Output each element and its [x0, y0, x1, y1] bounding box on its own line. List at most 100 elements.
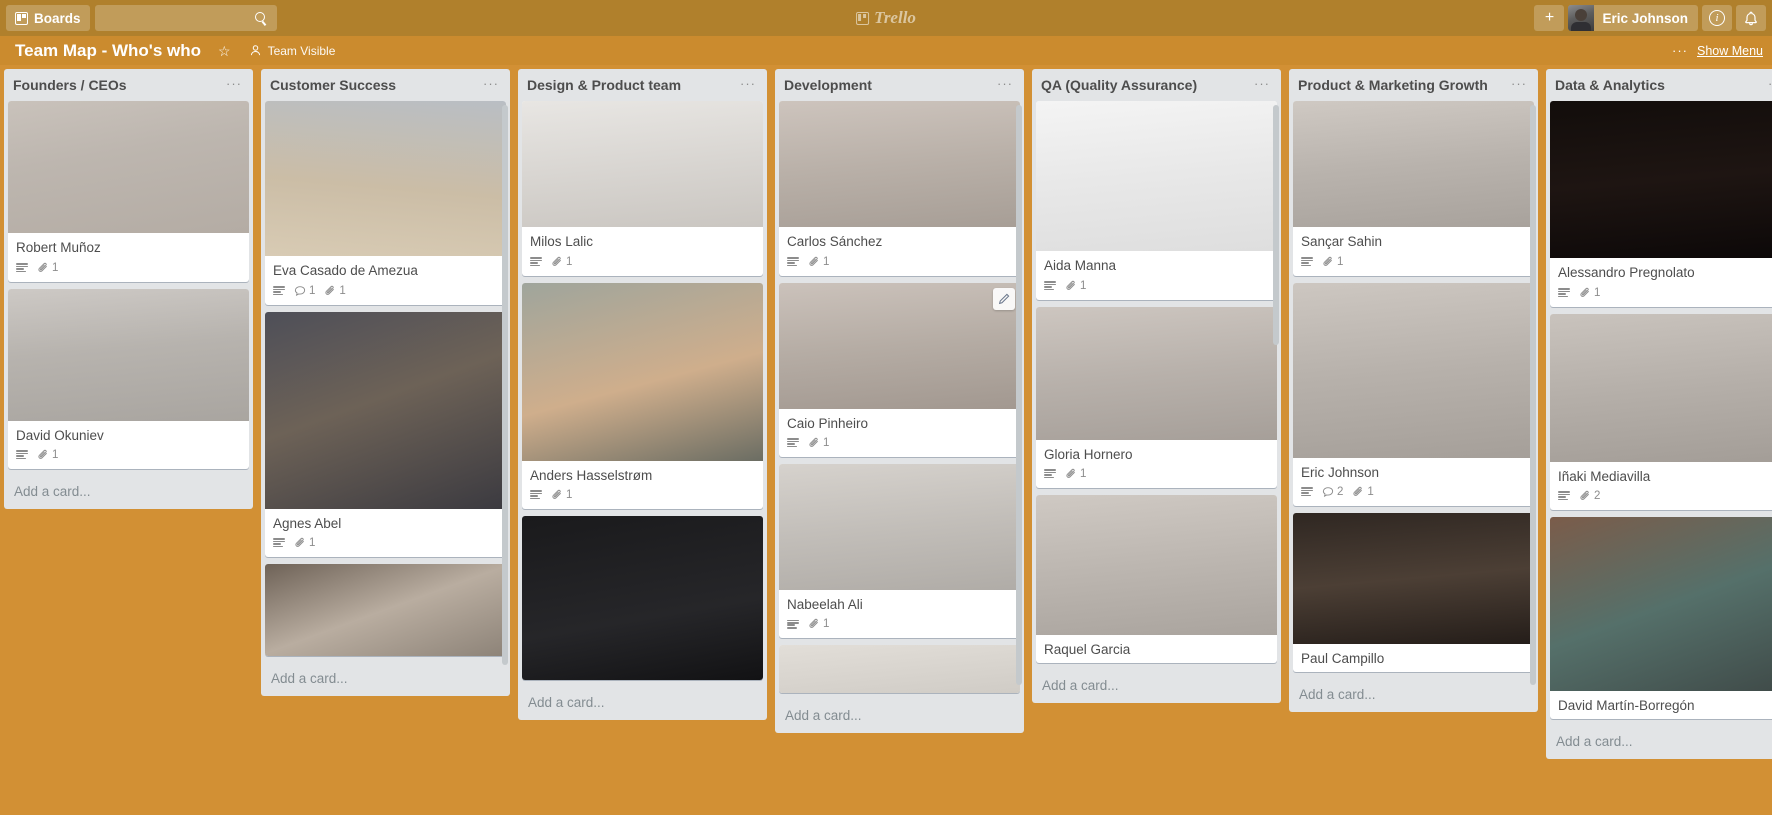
star-board-button[interactable]: ☆	[211, 41, 238, 61]
list-title[interactable]: Design & Product team	[527, 77, 738, 93]
edit-card-button[interactable]	[993, 287, 1015, 310]
card-title: Nabeelah Ali	[787, 596, 863, 612]
card[interactable]: Agnes Abel 1	[265, 311, 506, 557]
card[interactable]: Iñaki Mediavilla 2	[1550, 313, 1772, 510]
list-scrollbar[interactable]	[1016, 105, 1022, 685]
list-qa-quality-assurance: QA (Quality Assurance) ··· Aida Manna 1 Glor…	[1032, 69, 1281, 704]
card[interactable]: Aida Manna 1	[1036, 101, 1277, 300]
notifications-button[interactable]	[1736, 5, 1766, 31]
card-title: Aida Manna	[1044, 258, 1117, 274]
card-cover-image	[779, 463, 1020, 590]
card-body: Robert Muñoz 1	[8, 233, 249, 281]
board-visibility-button[interactable]: Team Visible	[242, 41, 343, 61]
card[interactable]	[779, 645, 1020, 694]
attachment-count: 1	[309, 536, 316, 549]
attachment-count: 1	[1367, 485, 1374, 498]
list-header: Founders / CEOs ···	[4, 69, 253, 101]
card[interactable]: Caio Pinheiro 1	[779, 282, 1020, 457]
list-scrollbar[interactable]	[1530, 105, 1536, 685]
card-attachments-badge: 1	[294, 537, 315, 549]
card[interactable]: Robert Muñoz 1	[8, 101, 249, 282]
attachment-count: 1	[823, 255, 830, 268]
card[interactable]: David Martín-Borregón	[1550, 516, 1772, 720]
list-menu-icon[interactable]: ···	[224, 77, 244, 90]
card[interactable]: Alessandro Pregnolato 1	[1550, 101, 1772, 307]
card-badges: 1	[1044, 464, 1269, 484]
list-scrollbar[interactable]	[1273, 105, 1279, 345]
attachment-count: 1	[566, 255, 573, 268]
page-title[interactable]: Team Map - Who's who	[9, 39, 207, 63]
card[interactable]: Anders Hasselstrøm 1	[522, 282, 763, 509]
add-a-card-button[interactable]: Add a card...	[1546, 726, 1772, 759]
paperclip-icon	[1323, 256, 1332, 266]
card[interactable]: David Okuniev 1	[8, 288, 249, 469]
comment-count: 1	[309, 284, 316, 297]
show-menu-link[interactable]: Show Menu	[1697, 44, 1763, 58]
list-title[interactable]: Development	[784, 77, 995, 93]
info-button[interactable]: i	[1702, 5, 1732, 31]
star-outline-icon: ☆	[218, 42, 231, 59]
list-menu-icon[interactable]: ···	[1509, 77, 1529, 90]
card-description-badge	[1044, 469, 1056, 479]
list-cards: Carlos Sánchez 1 Caio Pinheiro 1 Nabeelah Al…	[775, 101, 1024, 700]
card[interactable]: Eva Casado de Amezua 1 1	[265, 101, 506, 305]
list-menu-icon[interactable]: ···	[481, 77, 501, 90]
card-body: Carlos Sánchez 1	[779, 227, 1020, 275]
list-development: Development ··· Carlos Sánchez 1 Caio Pinhei…	[775, 69, 1024, 734]
add-a-card-button[interactable]: Add a card...	[261, 663, 510, 696]
search-box[interactable]	[94, 5, 277, 31]
card[interactable]: Raquel Garcia	[1036, 494, 1277, 664]
board-overflow-menu-icon[interactable]: ···	[1672, 43, 1688, 58]
list-title[interactable]: Data & Analytics	[1555, 77, 1766, 93]
add-button[interactable]: +	[1534, 5, 1565, 31]
list-menu-icon[interactable]: ···	[1252, 77, 1272, 90]
card[interactable]: Sançar Sahin 1	[1293, 101, 1534, 276]
description-icon	[787, 257, 799, 267]
card[interactable]	[265, 563, 506, 656]
card-attachments-badge: 2	[1579, 490, 1600, 502]
add-a-card-button[interactable]: Add a card...	[775, 700, 1024, 733]
card-description-badge	[16, 450, 28, 460]
description-icon	[16, 263, 28, 273]
boards-button[interactable]: Boards	[6, 5, 90, 31]
card-body: Eric Johnson 2 1	[1293, 458, 1534, 506]
card-cover-image	[1036, 494, 1277, 635]
card-title: Eva Casado de Amezua	[273, 263, 418, 279]
add-a-card-button[interactable]: Add a card...	[1032, 670, 1281, 703]
card-description-badge	[787, 438, 799, 448]
card-description-badge	[1558, 491, 1570, 501]
list-title[interactable]: Product & Marketing Growth	[1298, 77, 1509, 93]
add-a-card-button[interactable]: Add a card...	[4, 476, 253, 509]
list-menu-icon[interactable]: ···	[1766, 77, 1772, 90]
card[interactable]: Nabeelah Ali 1	[779, 463, 1020, 639]
card[interactable]: Gloria Hornero 1	[1036, 306, 1277, 488]
trello-logo[interactable]: Trello	[856, 0, 916, 36]
card[interactable]: Carlos Sánchez 1	[779, 101, 1020, 276]
list-title[interactable]: QA (Quality Assurance)	[1041, 77, 1252, 93]
card[interactable]: Eric Johnson 2 1	[1293, 282, 1534, 506]
card[interactable]	[522, 515, 763, 680]
card[interactable]: Milos Lalic 1	[522, 101, 763, 276]
add-a-card-button[interactable]: Add a card...	[518, 687, 767, 720]
search-input[interactable]	[101, 10, 270, 26]
card-badges: 1	[787, 252, 1012, 272]
board-header: Team Map - Who's who ☆ Team Visible ··· …	[0, 36, 1772, 65]
add-a-card-button[interactable]: Add a card...	[1289, 679, 1538, 712]
list-title[interactable]: Founders / CEOs	[13, 77, 224, 93]
member-menu-button[interactable]: Eric Johnson	[1568, 5, 1698, 31]
list-menu-icon[interactable]: ···	[995, 77, 1015, 90]
list-menu-icon[interactable]: ···	[738, 77, 758, 90]
card-body: Caio Pinheiro 1	[779, 409, 1020, 457]
card[interactable]: Paul Campillo	[1293, 512, 1534, 673]
card-badges: 1	[273, 533, 498, 553]
card-title: Milos Lalic	[530, 234, 594, 250]
card-title: Gloria Hornero	[1044, 446, 1133, 462]
board-menu-group: ··· Show Menu	[1672, 43, 1763, 58]
card-cover-image	[265, 311, 506, 509]
card-attachments-badge: 1	[808, 618, 829, 630]
paperclip-icon	[1580, 287, 1589, 297]
list-scrollbar[interactable]	[502, 105, 508, 665]
card-attachments-badge: 1	[1579, 287, 1600, 299]
list-title[interactable]: Customer Success	[270, 77, 481, 93]
card-description-badge	[273, 538, 285, 548]
